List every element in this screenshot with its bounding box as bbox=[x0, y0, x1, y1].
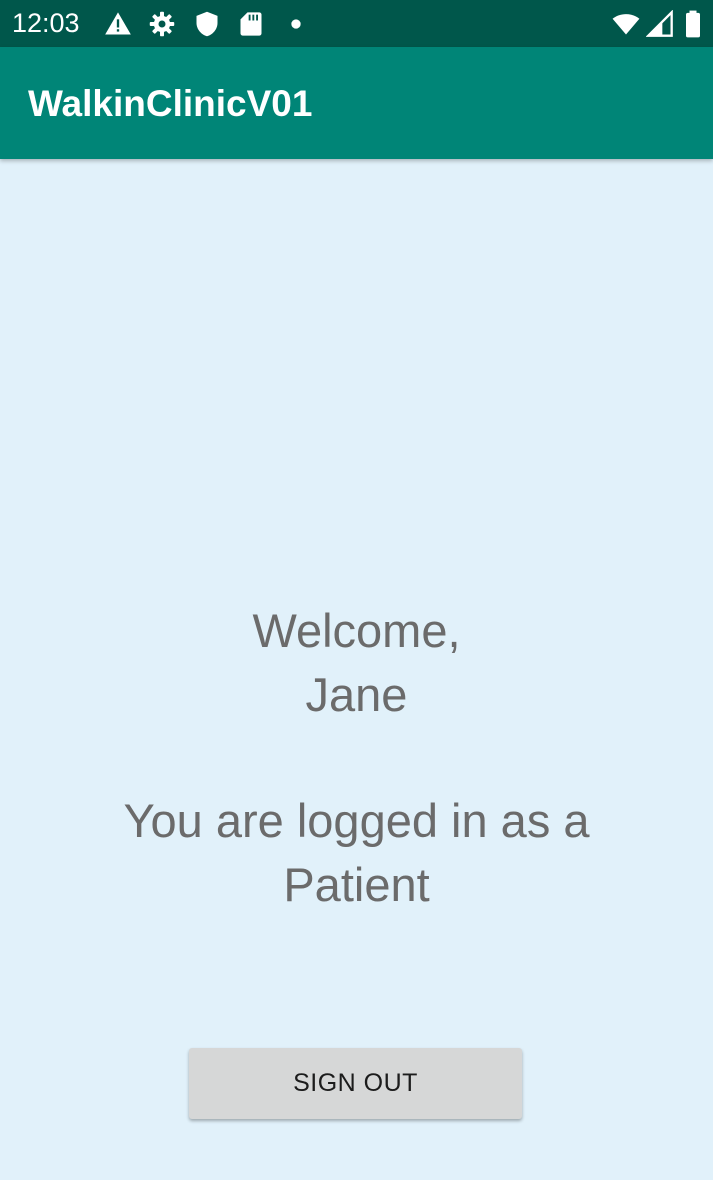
wifi-icon bbox=[612, 14, 640, 35]
screen: 12:03 WalkinClinicV01 Welcome, Jane You … bbox=[0, 0, 713, 1180]
role-prefix: You are logged in as a bbox=[123, 794, 590, 847]
sign-out-button[interactable]: SIGN OUT bbox=[189, 1048, 522, 1119]
shield-icon bbox=[196, 11, 218, 37]
app-bar: WalkinClinicV01 bbox=[0, 47, 713, 159]
welcome-message: Welcome, Jane bbox=[0, 599, 713, 727]
user-name: Jane bbox=[305, 668, 408, 721]
warning-icon bbox=[105, 12, 131, 35]
role-message: You are logged in as a Patient bbox=[0, 789, 713, 917]
status-time: 12:03 bbox=[12, 8, 80, 38]
app-title: WalkinClinicV01 bbox=[28, 83, 313, 124]
role-name: Patient bbox=[283, 858, 430, 911]
sd-card-icon bbox=[240, 12, 262, 36]
status-bar: 12:03 bbox=[0, 0, 713, 47]
notification-dot-icon bbox=[291, 19, 301, 29]
gear-icon bbox=[149, 11, 175, 37]
cell-signal-icon bbox=[646, 10, 673, 37]
battery-icon bbox=[686, 10, 700, 38]
welcome-greeting: Welcome, bbox=[252, 604, 461, 657]
